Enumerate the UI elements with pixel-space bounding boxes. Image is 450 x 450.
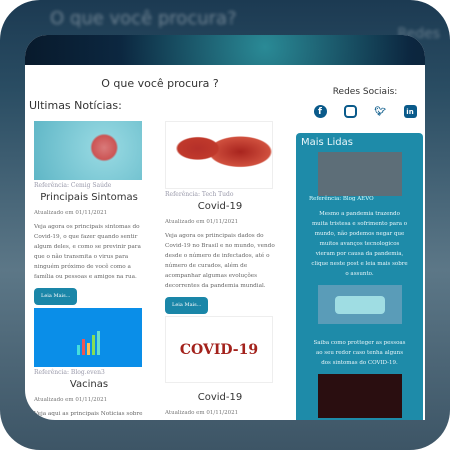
news-card: Referência: Tech Tudo Covid-19 Atualizad…: [165, 121, 275, 314]
search-prompt[interactable]: O que você procura ?: [25, 77, 295, 90]
card-description: Veja aqui as principais Noticias sobre a…: [34, 411, 143, 417]
instagram-icon[interactable]: [343, 105, 357, 118]
header-banner: [25, 35, 425, 65]
virus-image[interactable]: [34, 121, 142, 180]
most-read-heading: Mais Lidas: [301, 137, 353, 148]
card-title[interactable]: Vacinas: [34, 378, 144, 392]
item-text[interactable]: Mesmo a pandemia trazendo muita tristesa…: [296, 209, 423, 279]
twitter-icon[interactable]: 🐦︎: [374, 105, 387, 118]
item-text[interactable]: Saiba como protteger as pessoas ao seu r…: [296, 338, 423, 368]
card-date: Atualizado em 01/11/2021: [34, 210, 108, 216]
social-label: Redes Sociais:: [332, 87, 398, 97]
card-reference: Referência: Cemig Saúde: [34, 182, 112, 189]
linkedin-icon[interactable]: in: [403, 105, 417, 118]
page-window: O que você procura ? Ultimas Notícias: R…: [25, 35, 425, 420]
read-more-button[interactable]: Leia Mais...: [34, 288, 78, 305]
chart-image[interactable]: [34, 308, 142, 367]
card-title[interactable]: Covid-19: [165, 391, 275, 405]
world-map-image[interactable]: [165, 121, 273, 189]
card-date: Atualizado em 01/11/2021: [165, 410, 239, 416]
read-more-button[interactable]: Leia Mais...: [165, 297, 209, 314]
news-card: Referência: Blog.even3 Vacinas Atualizad…: [34, 308, 144, 420]
mask-image[interactable]: [317, 285, 402, 324]
card-reference: Referência: Tech Tudo: [165, 191, 234, 198]
virus-dark-image[interactable]: [317, 374, 402, 418]
most-read-panel: Mais Lidas Referência: Blog AEVO Mesmo a…: [296, 133, 423, 420]
social-section: Redes Sociais: f 🐦︎ in: [305, 87, 425, 118]
lightbulb-stairs-image[interactable]: [317, 152, 402, 196]
latest-news-heading: Ultimas Notícias:: [29, 99, 122, 112]
card-description: Veja agora os priincipais dados do Covid…: [165, 233, 275, 289]
item-reference: Referência: Blog AEVO: [309, 196, 374, 202]
card-reference: Referência: Blog.even3: [34, 369, 105, 376]
news-card: COVID-19 Covid-19 Atualizado em 01/11/20…: [165, 316, 275, 420]
blurred-background: O que você procura? Redes O que você pro…: [0, 0, 450, 450]
card-title[interactable]: Principais Sintomas: [34, 191, 144, 205]
background-text: O que você procura?: [50, 8, 237, 29]
news-card: Referência: Cemig Saúde Principais Sinto…: [34, 121, 144, 305]
card-title[interactable]: Covid-19: [165, 200, 275, 214]
facebook-icon[interactable]: f: [313, 105, 327, 118]
covid-image[interactable]: COVID-19: [165, 316, 273, 383]
card-date: Atualizado em 01/11/2021: [165, 219, 239, 225]
card-date: Atualizado em 01/11/2021: [34, 397, 108, 403]
card-description: Veja agora os principais sintomas do Cov…: [34, 224, 141, 280]
